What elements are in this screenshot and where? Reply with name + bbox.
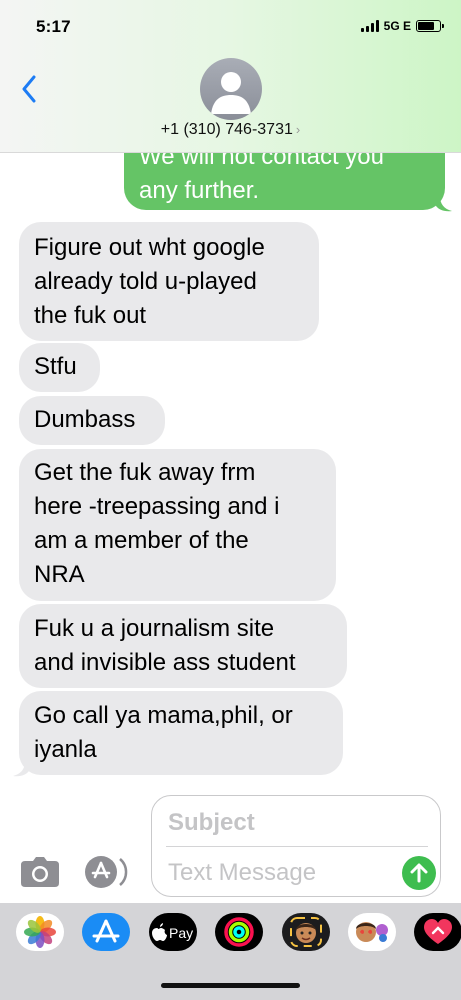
app-store-drawer-button[interactable] [82,913,130,951]
memoji-stickers-icon [356,922,388,942]
memoji-stickers-button[interactable] [348,913,396,951]
send-button[interactable] [402,856,436,890]
chevron-right-icon: › [295,122,301,137]
text-message-input[interactable] [168,856,388,890]
apple-pay-button[interactable]: Pay [149,913,197,951]
bubble-tail-outgoing [436,196,452,212]
activity-button[interactable] [215,913,263,951]
subject-field[interactable] [168,806,423,840]
contact-avatar[interactable] [200,58,262,120]
status-indicators: 5G E [360,19,444,33]
battery-icon [416,20,444,32]
app-store-button[interactable] [84,855,130,889]
message-bubble-incoming[interactable]: Stfu [19,343,100,392]
digital-touch-icon [424,919,452,944]
message-line: Figure out wht google [34,234,265,261]
status-time: 5:17 [36,17,71,36]
bubble-tail-incoming [13,761,29,777]
network-type-label: 5G E [383,19,411,33]
message-line: Get the fuk away frm [34,459,256,486]
memoji-button[interactable] [282,913,330,951]
person-silhouette-icon [211,72,251,114]
header-divider [0,152,461,153]
app-store-icon [92,919,120,943]
camera-button[interactable] [20,855,60,889]
message-line: the fuk out [34,302,147,329]
message-line: Stfu [34,353,77,380]
conversation-header: 5:17 5G E +1 (310) 746-3731 › [0,0,461,152]
cellular-signal-icon [360,20,379,32]
message-bubble-incoming[interactable]: Figure out wht google already told u-pla… [19,222,319,341]
photos-app-icon [24,916,56,948]
message-bubble-incoming[interactable]: Go call ya mama,phil, or iyanla [19,691,343,775]
photos-app-button[interactable] [16,913,64,951]
message-line: any further. [139,177,260,204]
message-line: and invisible ass student [34,649,296,676]
message-line: here -treepassing and i [34,493,280,520]
apple-pay-label: Pay [169,925,193,941]
message-line: already told u-played [34,268,257,295]
memoji-icon [290,917,322,947]
digital-touch-button[interactable] [414,913,461,951]
message-composer [151,795,441,897]
contact-name-button[interactable]: +1 (310) 746-3731 › [0,121,461,139]
activity-rings-icon [224,917,254,947]
camera-icon [21,857,59,887]
send-arrow-up-icon [410,863,428,883]
message-line: Fuk u a journalism site [34,615,275,642]
message-line: am a member of the [34,527,249,554]
message-line: NRA [34,561,85,588]
message-bubble-incoming[interactable]: Dumbass [19,396,165,445]
message-bubble-incoming[interactable]: Fuk u a journalism site and invisible as… [19,604,347,688]
composer-divider [166,846,428,847]
app-store-icon [85,856,128,888]
message-bubble-incoming[interactable]: Get the fuk away frm here -treepassing a… [19,449,336,601]
back-button[interactable] [14,72,44,106]
apple-pay-icon: Pay [152,923,193,941]
contact-number: +1 (310) 746-3731 [160,121,293,138]
home-indicator [161,983,300,988]
chevron-left-icon [22,75,36,103]
message-line: iyanla [34,736,97,763]
message-line: Go call ya mama,phil, or [34,702,293,729]
message-line: Dumbass [34,406,136,433]
